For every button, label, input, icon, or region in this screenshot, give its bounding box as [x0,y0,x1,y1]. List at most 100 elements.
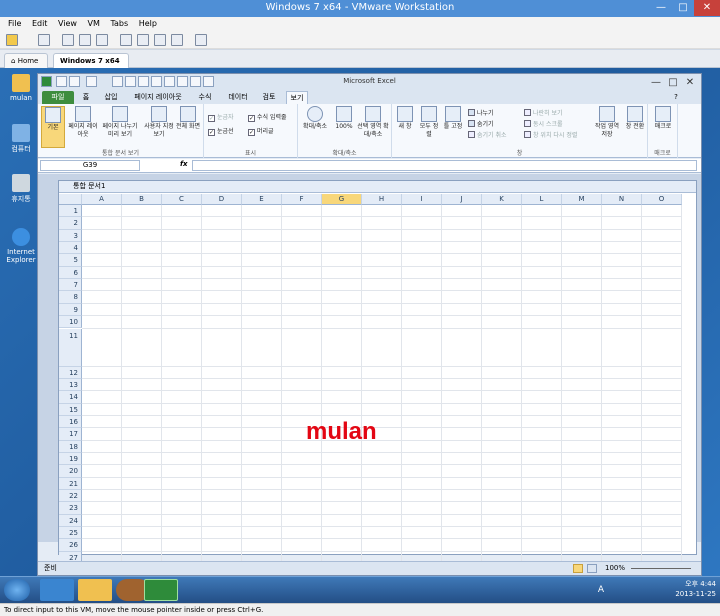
clock-date[interactable]: 2013-11-25 [675,589,716,599]
formula-bar-checkbox[interactable]: ✓ 수식 입력줄 [248,112,287,122]
headings-checkbox[interactable]: ✓ 머리글 [248,126,274,136]
tab-formulas[interactable]: 수식 [194,91,216,104]
row-header-23[interactable]: 23 [59,502,82,515]
send-ctrl-alt-del-icon[interactable] [38,34,50,46]
row-header-16[interactable]: 16 [59,415,82,429]
row-header-18[interactable]: 18 [59,440,82,453]
row-header-4[interactable]: 4 [59,242,82,255]
row-header-6[interactable]: 6 [59,266,82,280]
console-view-icon[interactable] [195,34,207,46]
unity-icon[interactable] [171,34,183,46]
macros-button[interactable]: 매크로 [650,106,676,131]
tab-windows7[interactable]: Windows 7 x64 × [53,53,129,79]
row-header-21[interactable]: 21 [59,477,82,490]
row-header-12[interactable]: 12 [59,366,82,379]
row-header-8[interactable]: 8 [59,291,82,304]
row-header-11[interactable]: 11 [59,328,82,367]
library-view-icon[interactable] [120,34,132,46]
desktop-icon-mulan[interactable]: mulan [6,74,36,102]
row-header-10[interactable]: 10 [59,316,82,329]
zoom-100-button[interactable]: 100% [334,106,354,131]
revert-snapshot-icon[interactable] [79,34,91,46]
row-header-9[interactable]: 9 [59,303,82,317]
row-header-17[interactable]: 17 [59,428,82,441]
tab-file[interactable]: 파일 [42,91,74,104]
normal-view-button[interactable]: 기본 [41,106,65,148]
tab-home[interactable]: ⌂ Home [4,53,48,68]
column-header-o[interactable]: O [642,194,682,205]
row-header-5[interactable]: 5 [59,254,82,267]
page-break-preview-button[interactable]: 페이지 나누기 미리 보기 [100,106,140,139]
clock-time[interactable]: 오후 4:44 [675,579,716,589]
zoom-level[interactable]: 100% [605,562,625,575]
language-indicator[interactable]: A [598,585,604,595]
name-box[interactable]: G39 [40,160,140,171]
select-all-corner[interactable] [59,194,82,205]
column-header-h[interactable]: H [362,194,402,205]
column-header-c[interactable]: C [162,194,202,205]
row-header-24[interactable]: 24 [59,514,82,528]
tab-page-layout[interactable]: 페이지 레이아웃 [130,91,186,104]
menu-file[interactable]: File [8,17,21,31]
help-icon[interactable]: ? [671,91,681,104]
column-header-g[interactable]: G [322,194,362,205]
taskbar-excel-icon[interactable] [144,579,178,601]
maximize-button[interactable]: □ [672,0,694,16]
taskbar-internet-explorer-icon[interactable] [40,579,74,601]
menu-tabs[interactable]: Tabs [110,17,128,31]
column-header-m[interactable]: M [562,194,602,205]
menu-help[interactable]: Help [139,17,157,31]
full-screen-button[interactable]: 전체 화면 [176,106,200,131]
full-screen-icon[interactable] [154,34,166,46]
custom-views-button[interactable]: 사용자 지정 보기 [144,106,174,139]
thumbnail-view-icon[interactable] [137,34,149,46]
menu-edit[interactable]: Edit [32,17,48,31]
column-header-j[interactable]: J [442,194,482,205]
desktop-icon-computer[interactable]: 컴퓨터 [6,124,36,154]
tab-view[interactable]: 보기 [286,91,308,104]
zoom-slider[interactable] [631,568,691,569]
column-header-d[interactable]: D [202,194,242,205]
formula-input[interactable] [192,160,697,171]
column-header-l[interactable]: L [522,194,562,205]
minimize-button[interactable]: — [650,0,672,16]
menu-vm[interactable]: VM [88,17,100,31]
row-header-25[interactable]: 25 [59,527,82,540]
column-header-i[interactable]: I [402,194,442,205]
row-header-13[interactable]: 13 [59,378,82,392]
normal-view-status-icon[interactable] [573,564,583,573]
tab-data[interactable]: 데이터 [224,91,252,104]
row-header-15[interactable]: 15 [59,403,82,416]
hide-button[interactable]: 숨기기 [468,119,494,128]
arrange-all-button[interactable]: 모두 정렬 [418,106,440,139]
page-layout-status-icon[interactable] [587,564,597,573]
taskbar-windows-explorer-icon[interactable] [78,579,112,601]
desktop-icon-ie[interactable]: Internet Explorer [6,228,36,264]
tab-insert[interactable]: 삽입 [101,91,121,104]
save-workspace-button[interactable]: 작업 영역 저장 [592,106,622,139]
row-header-1[interactable]: 1 [59,205,82,218]
tab-review[interactable]: 검토 [258,91,280,104]
insert-function-icon[interactable]: fx [180,160,188,168]
row-header-19[interactable]: 19 [59,452,82,466]
power-icon[interactable] [6,34,18,46]
desktop-icon-recycle-bin[interactable]: 휴지통 [6,174,36,204]
row-header-2[interactable]: 2 [59,217,82,230]
row-header-14[interactable]: 14 [59,391,82,404]
split-button[interactable]: 나누기 [468,108,494,117]
column-header-b[interactable]: B [122,194,162,205]
new-window-button[interactable]: 새 창 [394,106,416,131]
switch-windows-button[interactable]: 창 전환 [624,106,646,131]
row-header-20[interactable]: 20 [59,465,82,478]
column-header-n[interactable]: N [602,194,642,205]
freeze-panes-button[interactable]: 틀 고정 [442,106,464,131]
gridlines-checkbox[interactable]: ✓ 눈금선 [208,126,234,136]
row-header-22[interactable]: 22 [59,490,82,503]
snapshot-icon[interactable] [62,34,74,46]
start-button[interactable] [4,579,30,601]
zoom-selection-button[interactable]: 선택 영역 확대/축소 [356,106,390,139]
column-header-k[interactable]: K [482,194,522,205]
row-header-7[interactable]: 7 [59,279,82,292]
row-header-26[interactable]: 26 [59,539,82,552]
page-layout-view-button[interactable]: 페이지 레이아웃 [68,106,98,139]
